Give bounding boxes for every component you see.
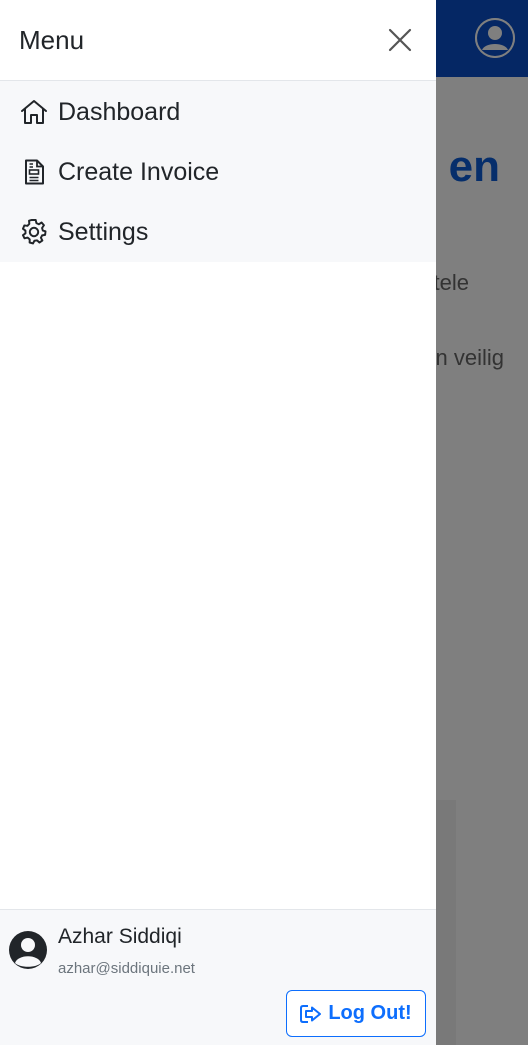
- close-icon: [388, 28, 412, 52]
- user-avatar-icon: [8, 930, 48, 970]
- logout-label: Log Out!: [328, 1002, 412, 1024]
- drawer-header: Menu: [0, 0, 436, 81]
- nav-item-dashboard[interactable]: Dashboard: [0, 82, 436, 142]
- nav-item-settings[interactable]: Settings: [0, 202, 436, 262]
- logout-button[interactable]: Log Out!: [286, 990, 426, 1037]
- drawer-title: Menu: [19, 24, 85, 55]
- user-email: azhar@siddiquie.net: [58, 960, 195, 977]
- nav-label: Dashboard: [58, 97, 181, 126]
- nav-label: Create Invoice: [58, 157, 220, 186]
- drawer-body-empty: [0, 262, 436, 909]
- nav-label: Settings: [58, 217, 149, 246]
- close-button[interactable]: [382, 22, 418, 58]
- nav-item-create-invoice[interactable]: Create Invoice: [0, 142, 436, 202]
- user-name: Azhar Siddiqi: [58, 925, 182, 948]
- drawer-nav: Dashboard Create Invoice Settings: [0, 81, 436, 262]
- logout-icon: [300, 1003, 322, 1025]
- side-drawer: Menu Dashboard Create Invoice Settings A…: [0, 0, 436, 1045]
- gear-icon: [20, 218, 48, 246]
- house-icon: [20, 98, 48, 126]
- file-invoice-icon: [20, 158, 48, 186]
- drawer-footer: Azhar Siddiqi azhar@siddiquie.net Log Ou…: [0, 909, 436, 1045]
